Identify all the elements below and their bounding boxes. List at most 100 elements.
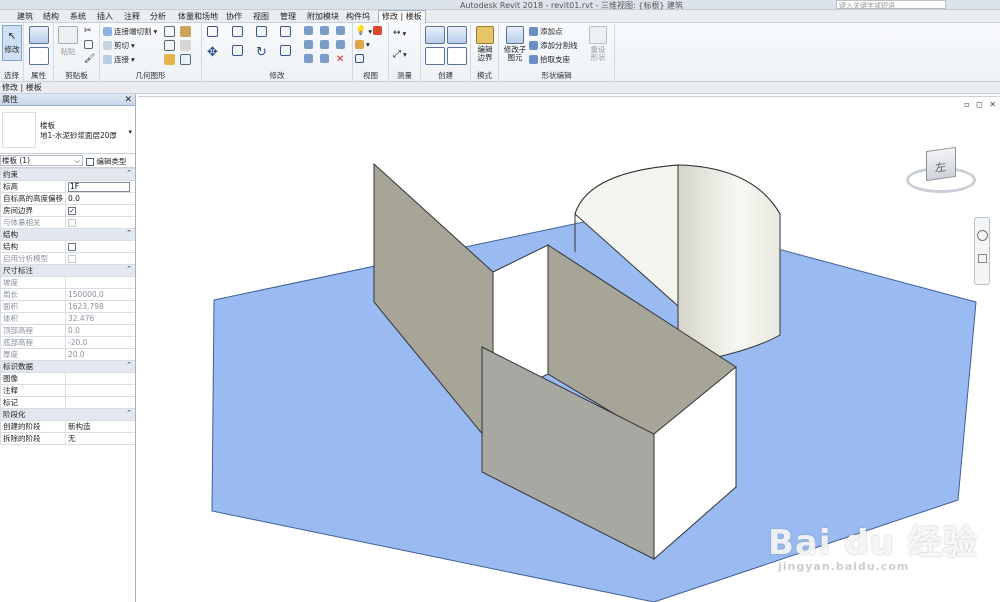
tab-addins[interactable]: 附加模块: [307, 11, 339, 23]
pin-button[interactable]: [336, 26, 345, 35]
override-button-2[interactable]: [373, 26, 382, 35]
tab-architecture[interactable]: 建筑: [17, 11, 33, 23]
create-assembly-button[interactable]: [425, 47, 445, 65]
property-checkbox-cell[interactable]: [65, 216, 135, 229]
collapse-icon[interactable]: ⌃: [126, 410, 132, 418]
property-row: 启用分析模型: [0, 252, 135, 265]
split-face-button[interactable]: [164, 26, 175, 37]
tab-manage[interactable]: 管理: [280, 11, 296, 23]
tab-modify-floor[interactable]: 修改 | 楼板: [378, 10, 426, 23]
viewcube-box[interactable]: 左: [926, 146, 956, 182]
array-button[interactable]: [304, 40, 313, 49]
cope-button[interactable]: [180, 54, 191, 65]
property-value[interactable]: 无: [65, 432, 135, 445]
scale-button[interactable]: [320, 40, 329, 49]
tab-annotate[interactable]: 注释: [124, 11, 140, 23]
edit-boundary-button[interactable]: 编辑边界: [476, 26, 494, 62]
pick-supports-button[interactable]: 拾取支座: [529, 54, 570, 65]
tab-view[interactable]: 视图: [253, 11, 269, 23]
type-selector[interactable]: 楼板 地1-水泥砂浆面层20厚 ▾: [0, 106, 135, 154]
add-point-button[interactable]: 添加点: [529, 26, 563, 37]
hide-button[interactable]: 💡 ▾: [355, 26, 372, 36]
property-value[interactable]: [65, 396, 135, 409]
tab-systems[interactable]: 系统: [70, 11, 86, 23]
measure-button[interactable]: ↔ ▾: [393, 28, 406, 38]
move-button[interactable]: ✥: [207, 45, 218, 60]
property-category[interactable]: 标识数据 ⌃: [0, 360, 135, 373]
viewport-window-controls[interactable]: ▫ ◻ ✕: [964, 100, 998, 109]
add-split-line-button[interactable]: 添加分割线: [529, 40, 578, 51]
offset-button[interactable]: [232, 26, 243, 37]
remove-paint-button[interactable]: [180, 40, 191, 51]
tab-massing-site[interactable]: 体量和场地: [178, 11, 218, 23]
property-value[interactable]: [65, 372, 135, 385]
collapse-icon[interactable]: ⌃: [126, 266, 132, 274]
modify-button[interactable]: ↖ 修改: [2, 25, 22, 61]
close-icon[interactable]: ✕: [124, 94, 132, 106]
select-group-label[interactable]: 选择: [0, 70, 23, 81]
tab-analyze[interactable]: 分析: [150, 11, 166, 23]
align-button[interactable]: [207, 26, 218, 37]
tab-insert[interactable]: 插入: [97, 11, 113, 23]
delete-button[interactable]: ✕: [336, 54, 344, 65]
trim-button[interactable]: [280, 45, 291, 56]
cut-geometry-button[interactable]: 剪切 ▾: [103, 40, 135, 51]
search-input[interactable]: 键入关键字或短语: [836, 0, 946, 9]
paint-button[interactable]: [180, 26, 191, 37]
property-category[interactable]: 尺寸标注 ⌃: [0, 264, 135, 277]
extend-button[interactable]: [304, 54, 313, 63]
property-category[interactable]: 阶段化 ⌃: [0, 408, 135, 421]
join-button[interactable]: 连接 ▾: [103, 54, 135, 65]
zoom-icon[interactable]: [978, 254, 987, 263]
unpin-button[interactable]: [336, 40, 345, 49]
property-checkbox-cell[interactable]: ✓: [65, 204, 135, 217]
mirror-axis-button[interactable]: [256, 26, 267, 37]
property-value[interactable]: 0.0: [65, 192, 135, 205]
rotate-button[interactable]: ↻: [256, 45, 267, 60]
tab-component-dock[interactable]: 构件坞: [346, 11, 370, 23]
wall-joins-button[interactable]: [164, 40, 175, 51]
properties-palette-button[interactable]: [29, 47, 49, 65]
paste-button[interactable]: 粘贴: [58, 26, 78, 57]
property-category[interactable]: 结构 ⌃: [0, 228, 135, 241]
split-gap-button[interactable]: [320, 26, 329, 35]
edit-type-button[interactable]: 编辑类型: [86, 156, 126, 167]
override-graphics-button[interactable]: ▾: [355, 40, 370, 49]
join-geometry-button[interactable]: 连接端切割 ▾: [103, 26, 157, 37]
property-value[interactable]: 新构造: [65, 420, 135, 433]
reset-shape-button[interactable]: 重设形状: [589, 26, 607, 62]
collapse-icon[interactable]: ⌃: [126, 362, 132, 370]
cut-clip-button[interactable]: ✂: [84, 26, 92, 36]
property-value[interactable]: [65, 384, 135, 397]
tab-collaborate[interactable]: 协作: [226, 11, 242, 23]
property-value-input[interactable]: [65, 180, 135, 193]
collapse-icon[interactable]: ⌃: [126, 170, 132, 178]
create-parts-button[interactable]: [425, 26, 445, 44]
group-view: 💡 ▾ ▾ 视图: [353, 23, 389, 82]
copy-button[interactable]: [232, 45, 243, 56]
property-checkbox[interactable]: ✓: [68, 207, 76, 215]
linework-button[interactable]: [355, 54, 364, 63]
collapse-icon[interactable]: ⌃: [126, 230, 132, 238]
property-checkbox-cell[interactable]: [65, 240, 135, 253]
create-group-button[interactable]: [447, 26, 467, 44]
copy-clip-button[interactable]: [84, 40, 93, 49]
property-checkbox-cell[interactable]: [65, 252, 135, 265]
instance-filter-select[interactable]: 楼板 (1) ⌵: [0, 155, 83, 166]
level-input[interactable]: [68, 181, 130, 192]
modify-subelements-button[interactable]: 修改子图元: [503, 26, 527, 62]
viewcube[interactable]: 左: [906, 146, 976, 201]
property-checkbox[interactable]: [68, 243, 76, 251]
property-category[interactable]: 约束 ⌃: [0, 168, 135, 181]
demolish-button[interactable]: [164, 54, 175, 65]
mirror-draw-button[interactable]: [280, 26, 291, 37]
match-type-button[interactable]: 🖌: [84, 54, 95, 64]
extend-multi-button[interactable]: [320, 54, 329, 63]
tab-structure[interactable]: 结构: [43, 11, 59, 23]
steering-wheel-icon[interactable]: [977, 230, 988, 241]
3d-viewport[interactable]: ▫ ◻ ✕ 左 Bai du 经验 jingyan.baidu.com: [138, 96, 1000, 602]
dimension-button[interactable]: ⤢ ▾: [393, 49, 407, 60]
similar-button[interactable]: [447, 47, 467, 65]
type-properties-button[interactable]: [29, 26, 49, 44]
split-button[interactable]: [304, 26, 313, 35]
